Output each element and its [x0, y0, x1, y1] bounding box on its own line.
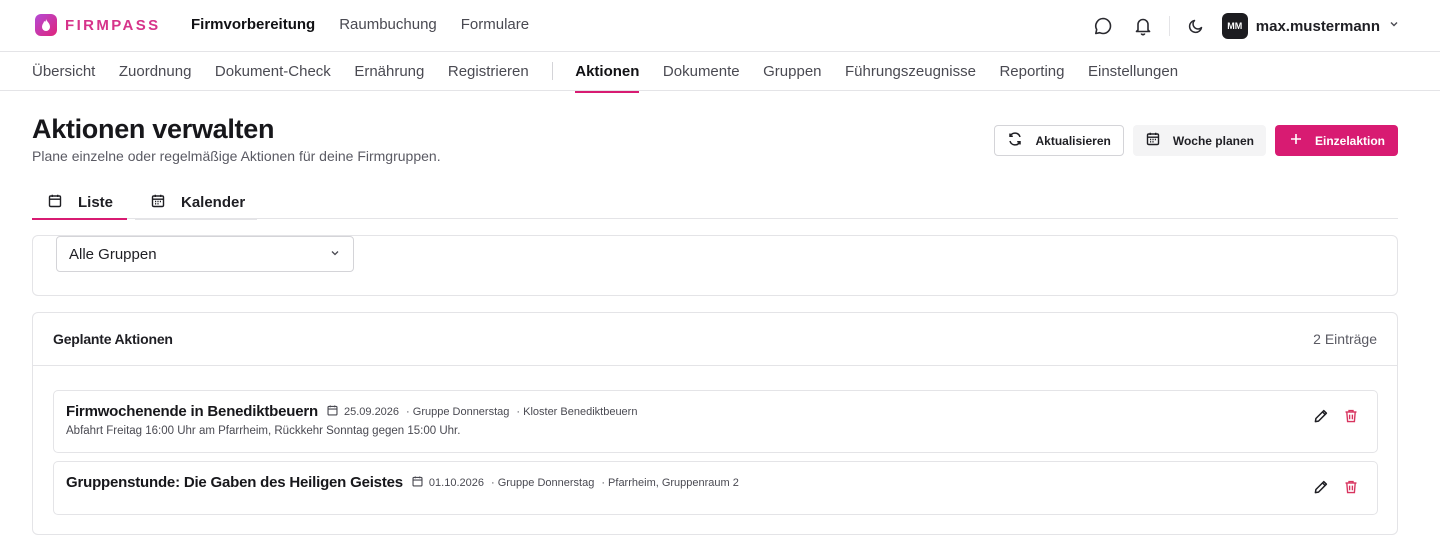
- bell-icon[interactable]: [1123, 12, 1163, 40]
- nav-firmvorbereitung[interactable]: Firmvorbereitung: [191, 16, 315, 33]
- nav-raumbuchung[interactable]: Raumbuchung: [339, 16, 437, 33]
- group-select[interactable]: Alle Gruppen: [56, 236, 354, 272]
- plan-week-button[interactable]: Woche planen: [1132, 125, 1266, 156]
- edit-pencil-icon[interactable]: [1313, 408, 1329, 429]
- view-tabs: Liste Kalender: [32, 187, 1398, 220]
- page-subtitle: Plane einzelne oder regelmäßige Aktionen…: [32, 148, 441, 164]
- action-meta: 01.10.2026 · Gruppe Donnerstag · Pfarrhe…: [411, 475, 739, 491]
- single-action-button[interactable]: Einzelaktion: [1274, 125, 1398, 156]
- header-divider: [1168, 16, 1170, 36]
- list-header: Geplante Aktionen 2 Einträge: [33, 313, 1397, 366]
- chat-bubble-icon[interactable]: [1083, 12, 1123, 40]
- row-headline: Gruppenstunde: Die Gaben des Heiligen Ge…: [66, 474, 739, 491]
- action-title: Gruppenstunde: Die Gaben des Heiligen Ge…: [66, 474, 403, 491]
- action-date: 25.09.2026: [343, 405, 400, 418]
- list-item[interactable]: Firmwochenende in Benediktbeuern 25.09.2…: [53, 390, 1378, 453]
- avatar[interactable]: MM: [1221, 13, 1248, 39]
- chevron-down-icon[interactable]: [1388, 17, 1400, 35]
- subnav-registrieren[interactable]: Registrieren: [448, 63, 529, 80]
- group-select-value: Alle Gruppen: [69, 245, 157, 263]
- row-actions: [1313, 408, 1359, 429]
- row-actions: [1313, 479, 1359, 500]
- trash-icon[interactable]: [1343, 479, 1359, 500]
- tab-liste-label: Liste: [78, 194, 114, 211]
- calendar-grid-icon: [1145, 131, 1161, 150]
- chevron-down-icon: [329, 246, 341, 263]
- subnav-dokument-check[interactable]: Dokument-Check: [215, 63, 331, 80]
- subnav-fuehrungszeugnisse[interactable]: Führungszeugnisse: [845, 63, 976, 80]
- brand-logo[interactable]: FIRMPASS: [35, 14, 161, 36]
- action-description: Abfahrt Freitag 16:00 Uhr am Pfarrheim, …: [66, 425, 461, 437]
- action-group: · Gruppe Donnerstag: [406, 405, 510, 418]
- refresh-icon: [1007, 131, 1023, 150]
- trash-icon[interactable]: [1343, 408, 1359, 429]
- calendar-icon: [411, 475, 424, 491]
- action-title: Firmwochenende in Benediktbeuern: [66, 403, 318, 420]
- page-actions: Aktualisieren Woche planen Einzelaktion: [994, 125, 1398, 156]
- section-nav: Übersicht Zuordnung Dokument-Check Ernäh…: [0, 52, 1440, 93]
- single-action-label: Einzelaktion: [1314, 133, 1385, 148]
- tab-kalender[interactable]: Kalender: [135, 187, 257, 220]
- entry-count: 2 Einträge: [1313, 331, 1377, 347]
- subnav-einstellungen[interactable]: Einstellungen: [1088, 63, 1178, 80]
- page-title: Aktionen verwalten: [32, 114, 275, 144]
- plus-icon: [1289, 132, 1303, 149]
- edit-pencil-icon[interactable]: [1313, 479, 1329, 500]
- calendar-icon: [326, 404, 339, 420]
- subnav-divider: [552, 62, 554, 80]
- list-title: Geplante Aktionen: [53, 331, 173, 347]
- action-location: · Pfarrheim, Gruppenraum 2: [601, 476, 739, 489]
- filter-card: Alle Gruppen: [32, 235, 1398, 296]
- brand-name: FIRMPASS: [65, 16, 161, 34]
- action-date: 01.10.2026: [428, 476, 484, 489]
- main-nav: Firmvorbereitung Raumbuchung Formulare: [191, 16, 529, 33]
- refresh-button[interactable]: Aktualisieren: [994, 125, 1124, 156]
- action-meta: 25.09.2026 · Gruppe Donnerstag · Kloster…: [326, 404, 637, 420]
- top-header: FIRMPASS Firmvorbereitung Raumbuchung Fo…: [0, 0, 1440, 52]
- header-actions: MM max.mustermann: [1083, 12, 1400, 40]
- flame-icon: [35, 14, 57, 36]
- moon-icon[interactable]: [1176, 12, 1216, 40]
- action-group: · Gruppe Donnerstag: [490, 476, 595, 489]
- list-item[interactable]: Gruppenstunde: Die Gaben des Heiligen Ge…: [53, 461, 1378, 515]
- action-location: · Kloster Benediktbeuern: [516, 405, 638, 418]
- subnav-reporting[interactable]: Reporting: [999, 63, 1064, 80]
- subnav-aktionen[interactable]: Aktionen: [575, 63, 640, 93]
- subnav-uebersicht[interactable]: Übersicht: [32, 63, 95, 80]
- tab-liste[interactable]: Liste: [32, 187, 127, 220]
- plan-week-label: Woche planen: [1172, 133, 1254, 148]
- nav-formulare[interactable]: Formulare: [461, 16, 529, 33]
- row-headline: Firmwochenende in Benediktbeuern 25.09.2…: [66, 403, 637, 420]
- subnav-ernaehrung[interactable]: Ernährung: [354, 63, 424, 80]
- username[interactable]: max.mustermann: [1256, 18, 1380, 35]
- tab-kalender-label: Kalender: [181, 194, 246, 211]
- subnav-gruppen[interactable]: Gruppen: [763, 63, 821, 80]
- planned-actions-card: Geplante Aktionen 2 Einträge Firmwochene…: [32, 312, 1398, 535]
- subnav-zuordnung[interactable]: Zuordnung: [119, 63, 192, 80]
- calendar-icon: [47, 193, 63, 213]
- refresh-label: Aktualisieren: [1035, 133, 1111, 148]
- calendar-grid-icon: [150, 193, 166, 213]
- subnav-dokumente[interactable]: Dokumente: [663, 63, 740, 80]
